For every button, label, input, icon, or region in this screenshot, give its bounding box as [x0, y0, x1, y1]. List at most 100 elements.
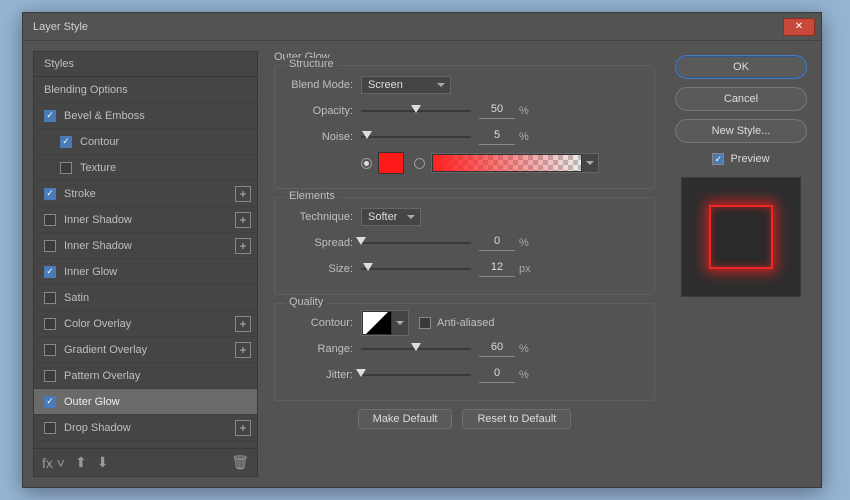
noise-slider[interactable]: [361, 130, 471, 144]
style-row-bevel-emboss[interactable]: Bevel & Emboss: [34, 103, 257, 129]
fx-icon[interactable]: fx ˅: [42, 455, 65, 471]
trash-icon[interactable]: 🗑: [231, 454, 249, 471]
spread-label: Spread:: [285, 237, 353, 249]
style-label: Texture: [80, 162, 116, 174]
style-checkbox[interactable]: [44, 318, 56, 330]
blend-mode-label: Blend Mode:: [285, 79, 353, 91]
opacity-slider[interactable]: [361, 104, 471, 118]
move-down-icon[interactable]: ⬇: [97, 454, 109, 471]
add-effect-icon[interactable]: +: [235, 186, 251, 202]
color-radio[interactable]: [361, 158, 372, 169]
style-label: Inner Glow: [64, 266, 117, 278]
dialog-title: Layer Style: [33, 21, 783, 33]
contour-picker[interactable]: [361, 310, 409, 336]
technique-dropdown[interactable]: Softer: [361, 208, 421, 226]
cancel-button[interactable]: Cancel: [675, 87, 807, 111]
noise-unit: %: [519, 131, 535, 143]
titlebar[interactable]: Layer Style ✕: [23, 13, 821, 41]
style-checkbox[interactable]: [44, 292, 56, 304]
right-panel: OK Cancel New Style... ✓ Preview: [671, 51, 811, 477]
style-checkbox[interactable]: [44, 214, 56, 226]
style-checkbox[interactable]: [44, 110, 56, 122]
style-checkbox[interactable]: [44, 240, 56, 252]
range-value[interactable]: 60: [479, 341, 515, 357]
style-checkbox[interactable]: [44, 422, 56, 434]
move-up-icon[interactable]: ⬆: [75, 454, 87, 471]
style-row-color-overlay[interactable]: Color Overlay+: [34, 311, 257, 337]
spread-slider[interactable]: [361, 236, 471, 250]
quality-legend: Quality: [285, 296, 327, 308]
gradient-swatch[interactable]: [431, 153, 599, 173]
color-swatch[interactable]: [378, 152, 404, 174]
make-default-button[interactable]: Make Default: [358, 409, 453, 429]
style-label: Inner Shadow: [64, 240, 132, 252]
new-style-button[interactable]: New Style...: [675, 119, 807, 143]
size-slider[interactable]: [361, 262, 471, 276]
style-row-inner-glow[interactable]: Inner Glow: [34, 259, 257, 285]
add-effect-icon[interactable]: +: [235, 420, 251, 436]
styles-header: Styles: [34, 52, 257, 77]
size-label: Size:: [285, 263, 353, 275]
style-checkbox[interactable]: [44, 396, 56, 408]
settings-panel: Outer Glow Structure Blend Mode: Screen …: [268, 51, 661, 477]
style-label: Satin: [64, 292, 89, 304]
style-row-pattern-overlay[interactable]: Pattern Overlay: [34, 363, 257, 389]
gradient-radio[interactable]: [414, 158, 425, 169]
style-checkbox[interactable]: [44, 344, 56, 356]
add-effect-icon[interactable]: +: [235, 342, 251, 358]
blend-mode-dropdown[interactable]: Screen: [361, 76, 451, 94]
style-row-stroke[interactable]: Stroke+: [34, 181, 257, 207]
style-row-texture[interactable]: Texture: [34, 155, 257, 181]
elements-group: Elements Technique: Softer Spread: 0 % S…: [274, 197, 655, 295]
style-row-blending-options[interactable]: Blending Options: [34, 77, 257, 103]
contour-label: Contour:: [285, 317, 353, 329]
technique-label: Technique:: [285, 211, 353, 223]
style-label: Gradient Overlay: [64, 344, 147, 356]
noise-label: Noise:: [285, 131, 353, 143]
opacity-unit: %: [519, 105, 535, 117]
style-row-satin[interactable]: Satin: [34, 285, 257, 311]
spread-unit: %: [519, 237, 535, 249]
opacity-value[interactable]: 50: [479, 103, 515, 119]
range-slider[interactable]: [361, 342, 471, 356]
close-button[interactable]: ✕: [783, 18, 815, 36]
preview-checkbox[interactable]: ✓: [712, 153, 724, 165]
jitter-label: Jitter:: [285, 369, 353, 381]
style-row-drop-shadow[interactable]: Drop Shadow +: [34, 415, 257, 441]
style-checkbox[interactable]: [60, 136, 72, 148]
range-unit: %: [519, 343, 535, 355]
add-effect-icon[interactable]: +: [235, 212, 251, 228]
reset-default-button[interactable]: Reset to Default: [462, 409, 571, 429]
jitter-unit: %: [519, 369, 535, 381]
size-value[interactable]: 12: [479, 261, 515, 277]
jitter-value[interactable]: 0: [479, 367, 515, 383]
style-checkbox[interactable]: [44, 266, 56, 278]
add-effect-icon[interactable]: +: [235, 238, 251, 254]
add-effect-icon[interactable]: +: [235, 316, 251, 332]
layer-style-dialog: Layer Style ✕ Styles Blending Options Bev…: [22, 12, 822, 488]
range-label: Range:: [285, 343, 353, 355]
style-checkbox[interactable]: [44, 370, 56, 382]
style-row-gradient-overlay[interactable]: Gradient Overlay +: [34, 337, 257, 363]
style-checkbox[interactable]: [44, 188, 56, 200]
antialiased-checkbox[interactable]: [419, 317, 431, 329]
spread-value[interactable]: 0: [479, 235, 515, 251]
ok-button[interactable]: OK: [675, 55, 807, 79]
structure-legend: Structure: [285, 58, 338, 70]
preview-swatch: [709, 205, 773, 269]
noise-value[interactable]: 5: [479, 129, 515, 145]
style-row-inner-shadow[interactable]: Inner Shadow +: [34, 207, 257, 233]
jitter-slider[interactable]: [361, 368, 471, 382]
style-label: Blending Options: [44, 84, 128, 96]
style-label: Contour: [80, 136, 119, 148]
antialiased-label: Anti-aliased: [437, 317, 494, 329]
style-row-outer-glow[interactable]: Outer Glow: [34, 389, 257, 415]
style-row-inner-shadow[interactable]: Inner Shadow +: [34, 233, 257, 259]
style-row-contour[interactable]: Contour: [34, 129, 257, 155]
quality-group: Quality Contour: Anti-aliased Range: 60 …: [274, 303, 655, 401]
structure-group: Structure Blend Mode: Screen Opacity: 50…: [274, 65, 655, 189]
style-label: Bevel & Emboss: [64, 110, 145, 122]
style-checkbox[interactable]: [60, 162, 72, 174]
style-label: Drop Shadow: [64, 422, 131, 434]
style-label: Inner Shadow: [64, 214, 132, 226]
